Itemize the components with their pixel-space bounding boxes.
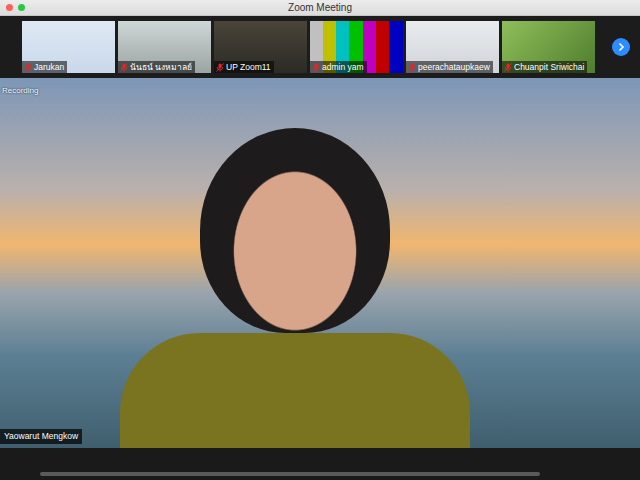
muted-mic-icon [216,63,224,72]
zoom-window: Zoom Meeting Jarukan นันธน์ นงหมาลย์ UP Zoo… [0,0,640,480]
window-title: Zoom Meeting [60,1,580,15]
active-speaker-video: Recording Yaowarut Mengkow [0,78,640,448]
participant-tile[interactable]: UP Zoom11 [214,21,307,73]
next-page-button[interactable] [612,38,630,56]
muted-mic-icon [504,63,512,72]
chevron-right-icon [616,42,626,52]
participant-name: Chuanpit Sriwichai [502,61,587,73]
scrollbar[interactable] [40,472,540,476]
participant-name: UP Zoom11 [214,61,274,73]
participant-tile[interactable]: admin yam [310,21,403,73]
muted-mic-icon [312,63,320,72]
muted-mic-icon [408,63,416,72]
gallery-strip: Jarukan นันธน์ นงหมาลย์ UP Zoom11 admin yam… [0,16,640,78]
window-controls [0,4,60,11]
muted-mic-icon [24,63,32,72]
participant-tile[interactable]: นันธน์ นงหมาลย์ [118,21,211,73]
participant-name: admin yam [310,61,367,73]
zoom-button[interactable] [18,4,25,11]
participant-name: นันธน์ นงหมาลย์ [118,61,195,73]
speaker-name: Yaowarut Mengkow [0,429,82,444]
speaker-figure [120,128,470,448]
participant-name: peerachataupkaew [406,61,493,73]
title-bar: Zoom Meeting [0,0,640,16]
participant-tile[interactable]: Jarukan [22,21,115,73]
participant-tile[interactable]: peerachataupkaew [406,21,499,73]
participant-name: Jarukan [22,61,67,73]
bottom-bar [0,448,640,480]
participant-tile[interactable]: Chuanpit Sriwichai [502,21,595,73]
recording-indicator: Recording [2,86,38,96]
close-button[interactable] [6,4,13,11]
muted-mic-icon [120,63,128,72]
